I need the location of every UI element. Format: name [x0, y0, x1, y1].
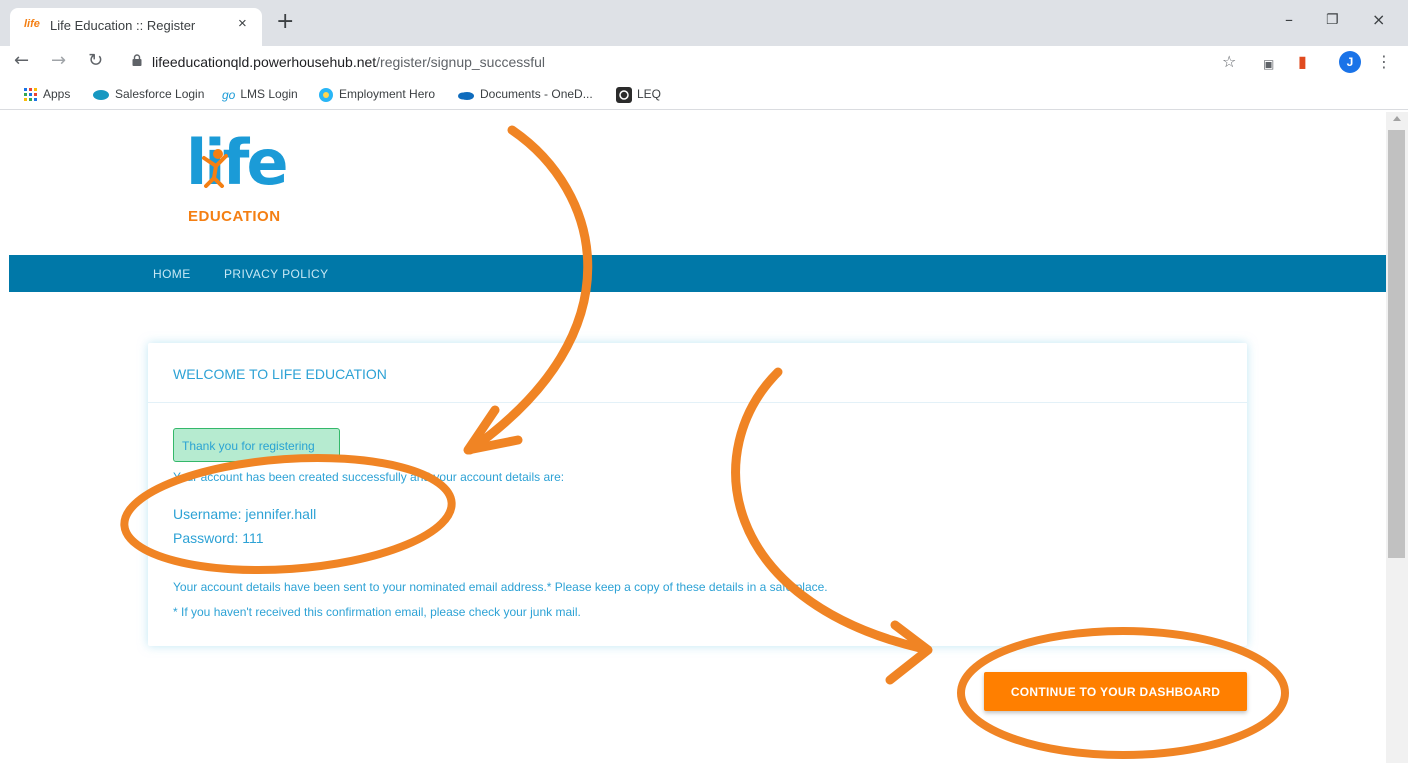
logo-subtitle: EDUCATION [188, 208, 281, 225]
restore-icon[interactable]: ❐ [1326, 12, 1339, 28]
page-scrollbar[interactable] [1386, 112, 1408, 763]
lock-icon [132, 54, 142, 66]
success-alert-text: Thank you for registering [182, 439, 315, 453]
username-text: Username: jennifer.hall [173, 506, 317, 522]
back-arrow-icon[interactable]: ← [14, 50, 29, 72]
browser-toolbar: ← → ↻ lifeeducationqld.powerhousehub.net… [0, 46, 1408, 78]
browser-tab[interactable]: life Life Education :: Register × [10, 8, 262, 46]
site-navbar: HOME PRIVACY POLICY [9, 255, 1386, 292]
apps-grid-icon [24, 87, 37, 101]
tab-close-icon[interactable]: × [238, 15, 247, 32]
profile-avatar[interactable]: J [1339, 51, 1361, 73]
life-education-favicon-icon: life [24, 18, 40, 30]
junk-mail-note: * If you haven't received this confirmat… [173, 605, 581, 619]
window-close-icon[interactable]: × [1372, 10, 1385, 29]
minimize-icon[interactable]: – [1285, 10, 1293, 29]
password-text: Password: 111 [173, 530, 264, 546]
url-text: lifeeducationqld.powerhousehub.net/regis… [152, 54, 546, 70]
scrollbar-thumb[interactable] [1388, 130, 1405, 558]
new-tab-icon[interactable]: + [276, 11, 294, 33]
bookmark-onedrive[interactable]: Documents - OneD... [457, 87, 593, 101]
bookmark-star-icon[interactable]: ☆ [1222, 52, 1236, 72]
office-extension-icon[interactable]: ▮ [1298, 52, 1307, 72]
leq-icon [616, 87, 632, 103]
employment-hero-icon [319, 88, 333, 102]
bookmark-apps[interactable]: Apps [24, 87, 70, 102]
welcome-card: WELCOME TO LIFE EDUCATION Thank you for … [148, 343, 1247, 646]
extension-icon[interactable]: ▣ [1263, 54, 1274, 74]
continue-to-dashboard-button[interactable]: CONTINUE TO YOUR DASHBOARD [984, 672, 1247, 711]
bookmark-leq[interactable]: LEQ [616, 87, 661, 103]
life-education-logo[interactable]: life EDUCATION [186, 130, 296, 230]
account-created-text: Your account has been created successful… [173, 470, 565, 484]
address-bar[interactable]: lifeeducationqld.powerhousehub.net/regis… [122, 48, 1262, 76]
nav-home[interactable]: HOME [153, 267, 191, 281]
tab-title: Life Education :: Register [50, 18, 196, 33]
card-header: WELCOME TO LIFE EDUCATION [148, 343, 1247, 403]
bookmark-lms[interactable]: go LMS Login [222, 87, 298, 102]
bookmark-employment-hero[interactable]: Employment Hero [318, 87, 435, 103]
details-sent-text: Your account details have been sent to y… [173, 580, 828, 594]
lms-icon: go [222, 87, 236, 102]
bookmarks-bar: Apps Salesforce Login go LMS Login Employ… [0, 80, 1408, 110]
forward-arrow-icon[interactable]: → [51, 50, 66, 72]
onedrive-icon [458, 91, 474, 100]
menu-kebab-icon[interactable]: ⋮ [1376, 52, 1392, 72]
logo-figure-icon [202, 149, 228, 188]
browser-tab-strip: life Life Education :: Register × + – ❐ … [0, 0, 1408, 46]
reload-icon[interactable]: ↻ [88, 50, 103, 72]
bookmark-salesforce[interactable]: Salesforce Login [92, 87, 204, 101]
nav-privacy-policy[interactable]: PRIVACY POLICY [224, 267, 329, 281]
success-alert: Thank you for registering [173, 428, 340, 462]
card-title: WELCOME TO LIFE EDUCATION [173, 366, 387, 382]
scroll-up-arrow-icon[interactable] [1393, 116, 1401, 121]
salesforce-icon [93, 89, 109, 100]
